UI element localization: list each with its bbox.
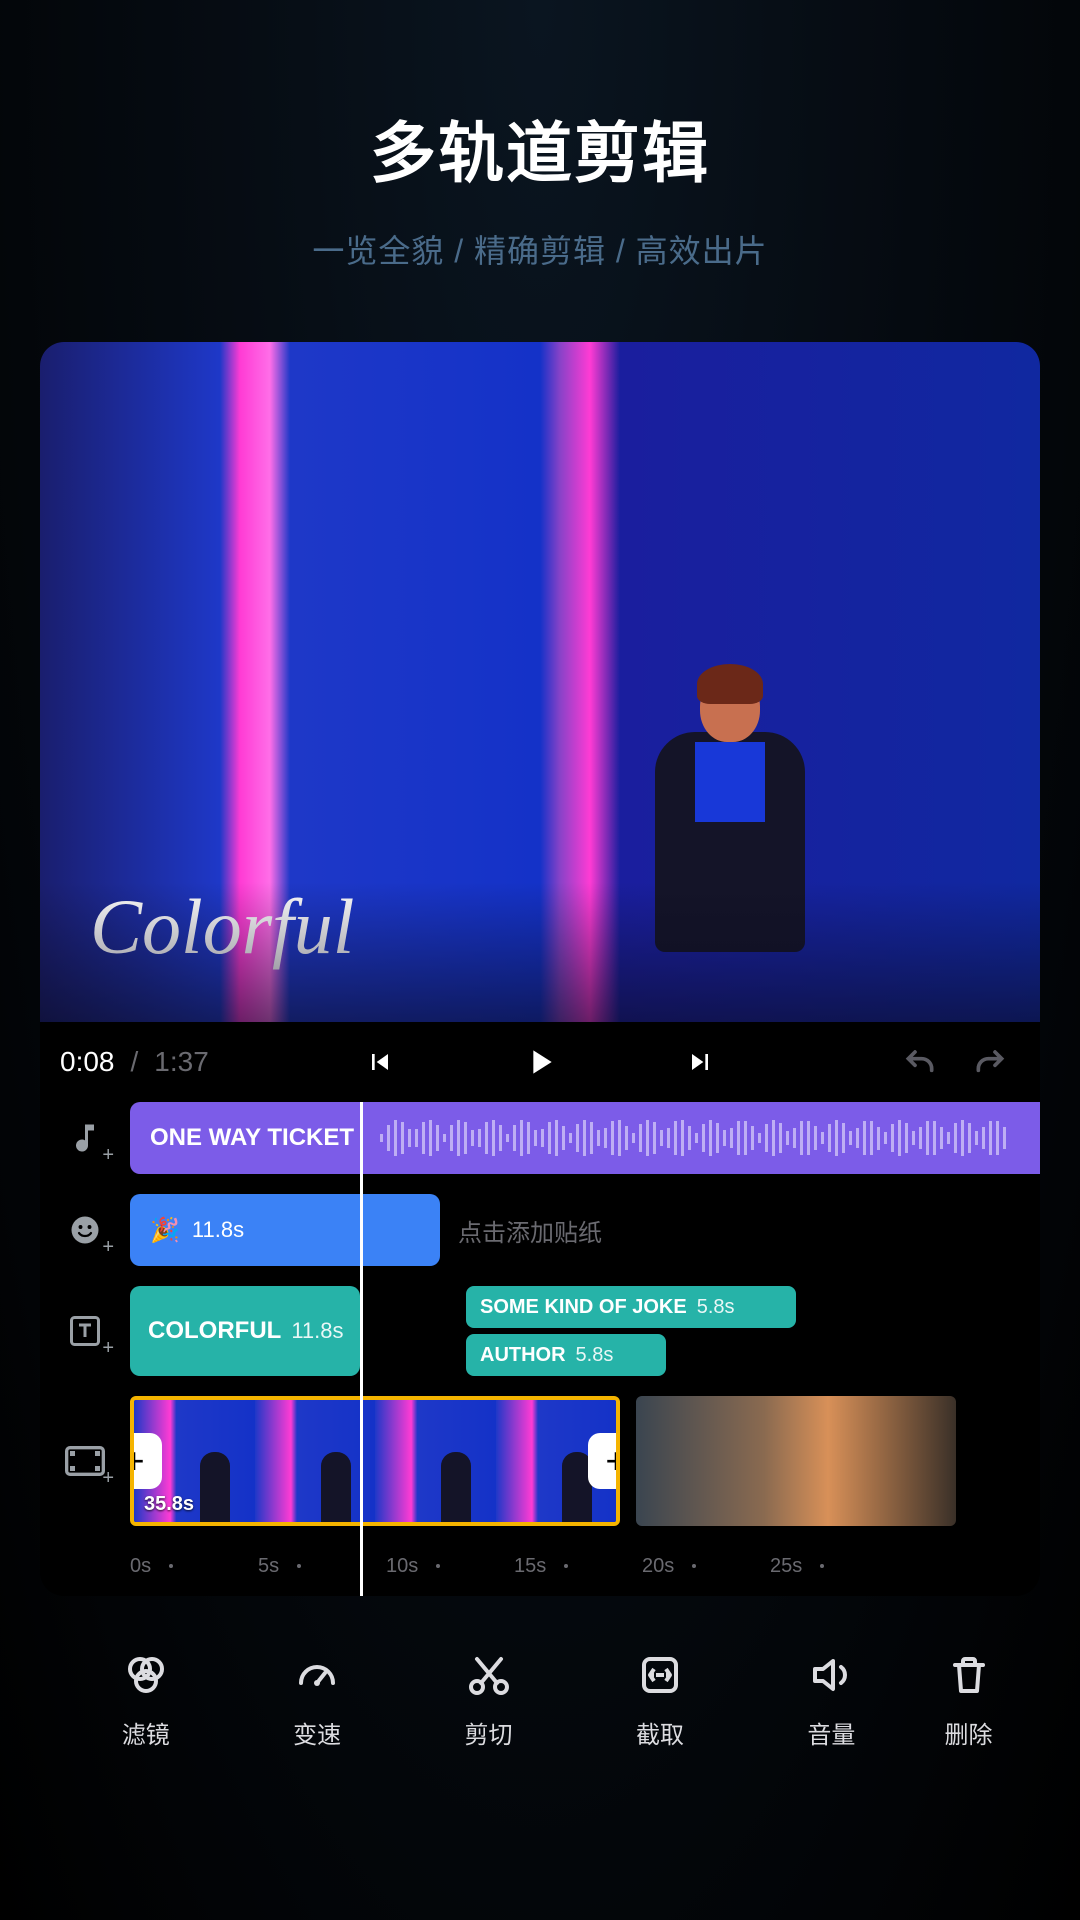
next-button[interactable] <box>670 1032 730 1092</box>
hero-subtitle: 一览全貌 / 精确剪辑 / 高效出片 <box>312 226 767 272</box>
video-clip-selected[interactable]: + + 35.8s <box>130 1396 620 1526</box>
tool-label: 删除 <box>945 1715 993 1750</box>
text-clip-duration: 11.8s <box>291 1318 343 1344</box>
scissors-icon <box>463 1649 515 1701</box>
hero-title: 多轨道剪辑 <box>370 100 710 196</box>
time-current: 0:08 <box>60 1046 115 1078</box>
trim-handle-left[interactable]: + <box>130 1433 162 1489</box>
undo-icon <box>900 1042 940 1082</box>
tool-volume[interactable]: 音量 <box>746 1649 917 1750</box>
sticker-clip[interactable]: 🎉 11.8s <box>130 1194 440 1266</box>
sticker-emoji: 🎉 <box>150 1216 180 1245</box>
tool-cut[interactable]: 剪切 <box>403 1649 574 1750</box>
editor-panel: Colorful 0:08 / 1:37 <box>40 342 1040 1596</box>
redo-icon <box>970 1042 1010 1082</box>
text-pill-title: AUTHOR <box>480 1344 566 1367</box>
skip-forward-icon <box>684 1046 716 1078</box>
text-pill-duration: 5.8s <box>576 1344 614 1367</box>
time-separator: / <box>131 1046 139 1078</box>
add-text-button[interactable]: + <box>60 1306 110 1356</box>
emoji-icon <box>67 1212 103 1248</box>
play-button[interactable] <box>510 1032 570 1092</box>
preview-subject <box>640 662 820 1022</box>
playhead[interactable] <box>360 1102 363 1596</box>
music-clip[interactable]: ONE WAY TICKET <box>130 1102 1040 1174</box>
video-clip-duration: 35.8s <box>144 1493 194 1516</box>
undo-button[interactable] <box>890 1032 950 1092</box>
add-sticker-button[interactable]: + <box>60 1205 110 1255</box>
sticker-duration: 11.8s <box>192 1217 244 1243</box>
video-track: + + + 35.8s <box>40 1396 1040 1526</box>
add-video-button[interactable]: + <box>60 1436 110 1486</box>
tool-delete[interactable]: 删除 <box>917 1649 1020 1750</box>
text-clip-title: COLORFUL <box>148 1317 281 1345</box>
time-ruler[interactable]: 0s5s10s15s20s25s <box>40 1546 1040 1586</box>
bottom-toolbar: 滤镜 变速 剪切 截取 音量 <box>40 1624 1040 1774</box>
music-icon <box>67 1120 103 1156</box>
tool-label: 滤镜 <box>122 1715 170 1750</box>
filmstrip-icon <box>65 1445 105 1477</box>
add-music-button[interactable]: + <box>60 1113 110 1163</box>
transport-bar: 0:08 / 1:37 <box>40 1022 1040 1102</box>
text-clip-author[interactable]: AUTHOR 5.8s <box>466 1334 666 1376</box>
trim-handle-right[interactable]: + <box>588 1433 620 1489</box>
video-clip-2[interactable] <box>636 1396 956 1526</box>
tool-crop[interactable]: 截取 <box>574 1649 745 1750</box>
video-preview[interactable]: Colorful <box>40 342 1040 1022</box>
play-icon <box>520 1042 560 1082</box>
text-clip-joke[interactable]: SOME KIND OF JOKE 5.8s <box>466 1286 796 1328</box>
trash-icon <box>943 1649 995 1701</box>
crop-icon <box>634 1649 686 1701</box>
skip-back-icon <box>364 1046 396 1078</box>
music-track: + ONE WAY TICKET <box>40 1102 1040 1174</box>
tool-filter[interactable]: 滤镜 <box>60 1649 231 1750</box>
speed-icon <box>291 1649 343 1701</box>
prev-button[interactable] <box>350 1032 410 1092</box>
overlay-text: Colorful <box>90 882 354 972</box>
redo-button[interactable] <box>960 1032 1020 1092</box>
volume-icon <box>805 1649 857 1701</box>
text-icon <box>67 1313 103 1349</box>
text-pill-duration: 5.8s <box>697 1296 735 1319</box>
filter-icon <box>120 1649 172 1701</box>
timeline: + ONE WAY TICKET + 🎉 11.8s 点击添加贴纸 <box>40 1102 1040 1596</box>
time-total: 1:37 <box>154 1046 209 1078</box>
sticker-track: + 🎉 11.8s 点击添加贴纸 <box>40 1194 1040 1266</box>
music-clip-title: ONE WAY TICKET <box>150 1124 354 1152</box>
tool-label: 音量 <box>807 1715 855 1750</box>
text-track: + COLORFUL 11.8s SOME KIND OF JOKE 5.8s … <box>40 1286 1040 1376</box>
text-pill-title: SOME KIND OF JOKE <box>480 1296 687 1319</box>
waveform <box>380 1118 1040 1158</box>
tool-label: 截取 <box>636 1715 684 1750</box>
tool-label: 变速 <box>293 1715 341 1750</box>
text-clip-colorful[interactable]: COLORFUL 11.8s <box>130 1286 360 1376</box>
tool-label: 剪切 <box>465 1715 513 1750</box>
tool-speed[interactable]: 变速 <box>231 1649 402 1750</box>
sticker-hint[interactable]: 点击添加贴纸 <box>458 1213 602 1248</box>
